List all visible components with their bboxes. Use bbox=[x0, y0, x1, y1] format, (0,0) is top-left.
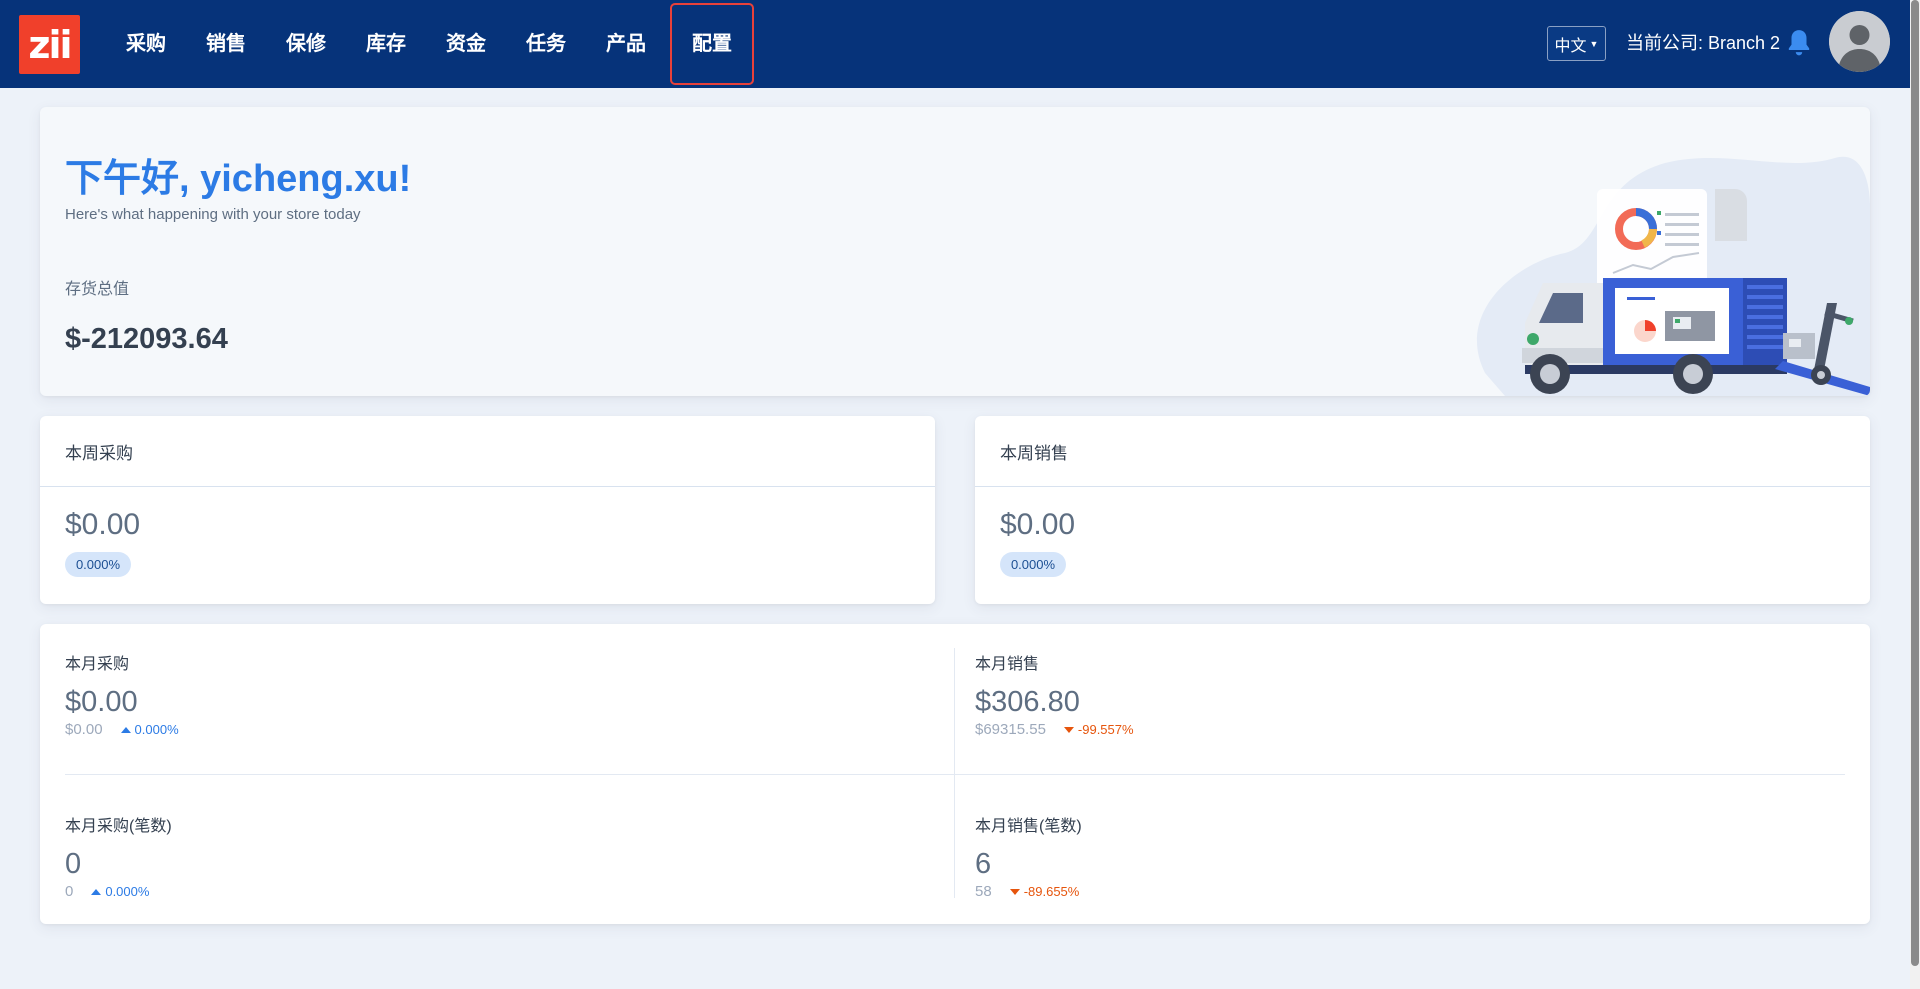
scrollbar-thumb[interactable] bbox=[1911, 0, 1919, 966]
month-purchase-count-label: 本月采购(笔数) bbox=[65, 818, 172, 835]
month-purchase-trend-value: 0.000% bbox=[134, 722, 179, 737]
delivery-truck-illustration bbox=[1476, 156, 1870, 396]
week-purchase-label: 本周采购 bbox=[40, 416, 935, 487]
nav-item-warranty[interactable]: 保修 bbox=[266, 22, 346, 66]
month-purchase-count-stat: 本月采购(笔数) 0 0 0.000% bbox=[65, 812, 172, 900]
main-menu: 采购 销售 保修 库存 资金 任务 产品 配置 bbox=[106, 0, 754, 88]
month-sales-previous: $69315.55 bbox=[975, 721, 1046, 738]
nav-item-inventory[interactable]: 库存 bbox=[346, 22, 426, 66]
month-purchase-value: $0.00 bbox=[65, 686, 138, 718]
month-sales-count-label: 本月销售(笔数) bbox=[975, 818, 1082, 835]
caret-down-icon bbox=[1063, 726, 1074, 733]
inventory-total-value: $-212093.64 bbox=[65, 323, 228, 355]
greeting-card: 下午好, yicheng.xu! Here's what happening w… bbox=[40, 107, 1870, 396]
caret-up-icon bbox=[91, 888, 102, 895]
month-purchase-count-value: 0 bbox=[65, 848, 82, 880]
top-navbar: zii 采购 销售 保修 库存 资金 任务 产品 配置 中文 ▼ 当前公司: B… bbox=[0, 0, 1910, 88]
zii-logo[interactable]: zii bbox=[19, 15, 80, 74]
caret-down-icon: ▼ bbox=[1589, 38, 1599, 49]
week-sales-card: 本周销售 $0.00 0.000% bbox=[975, 416, 1870, 604]
month-purchase-label: 本月采购 bbox=[65, 656, 130, 673]
nav-item-funds[interactable]: 资金 bbox=[426, 22, 506, 66]
month-purchase-count-trend: 0.000% bbox=[91, 884, 149, 899]
nav-item-sales[interactable]: 销售 bbox=[186, 22, 266, 66]
month-sales-label: 本月销售 bbox=[975, 656, 1040, 673]
month-sales-count-trend: -89.655% bbox=[1009, 884, 1080, 899]
week-sales-badge: 0.000% bbox=[1000, 552, 1066, 577]
user-avatar[interactable] bbox=[1829, 11, 1890, 72]
month-sales-trend-value: -99.557% bbox=[1077, 722, 1134, 737]
bell-icon[interactable] bbox=[1786, 28, 1812, 58]
month-sales-count-trend-value: -89.655% bbox=[1023, 884, 1080, 899]
nav-item-purchase[interactable]: 采购 bbox=[106, 22, 186, 66]
month-purchase-count-previous: 0 bbox=[65, 883, 74, 900]
month-sales-count-stat: 本月销售(笔数) 6 58 -89.655% bbox=[975, 812, 1082, 900]
language-select[interactable]: 中文 ▼ bbox=[1547, 26, 1606, 61]
nav-item-settings[interactable]: 配置 bbox=[670, 3, 754, 85]
month-sales-trend: -99.557% bbox=[1063, 722, 1134, 737]
caret-up-icon bbox=[120, 726, 131, 733]
month-sales-value: $306.80 bbox=[975, 686, 1080, 718]
current-company[interactable]: 当前公司: Branch 2 bbox=[1626, 31, 1780, 55]
week-purchase-value: $0.00 bbox=[65, 508, 141, 541]
week-purchase-card: 本周采购 $0.00 0.000% bbox=[40, 416, 935, 604]
caret-down-icon bbox=[1009, 888, 1020, 895]
language-label: 中文 bbox=[1554, 37, 1587, 55]
month-purchase-previous: $0.00 bbox=[65, 721, 103, 738]
inventory-total-label: 存货总值 bbox=[65, 281, 130, 298]
greeting-subtitle: Here's what happening with your store to… bbox=[65, 206, 361, 223]
month-sales-stat: 本月销售 $306.80 $69315.55 -99.557% bbox=[975, 650, 1134, 738]
week-sales-label: 本周销售 bbox=[975, 416, 1870, 487]
greeting-title: 下午好, yicheng.xu! bbox=[65, 158, 412, 200]
week-purchase-badge: 0.000% bbox=[65, 552, 131, 577]
month-sales-count-value: 6 bbox=[975, 848, 992, 880]
nav-item-products[interactable]: 产品 bbox=[586, 22, 666, 66]
month-purchase-stat: 本月采购 $0.00 $0.00 0.000% bbox=[65, 650, 179, 738]
month-sales-count-previous: 58 bbox=[975, 883, 992, 900]
week-sales-value: $0.00 bbox=[1000, 508, 1076, 541]
month-stats-card: 本月采购 $0.00 $0.00 0.000% 本月销售 $306.80 $69… bbox=[40, 624, 1870, 924]
nav-item-tasks[interactable]: 任务 bbox=[506, 22, 586, 66]
logo-text: zii bbox=[28, 22, 72, 67]
row-divider bbox=[65, 774, 1845, 775]
column-divider bbox=[954, 648, 955, 898]
user-avatar-icon bbox=[1829, 11, 1890, 72]
month-purchase-count-trend-value: 0.000% bbox=[105, 884, 150, 899]
month-purchase-trend: 0.000% bbox=[120, 722, 179, 737]
